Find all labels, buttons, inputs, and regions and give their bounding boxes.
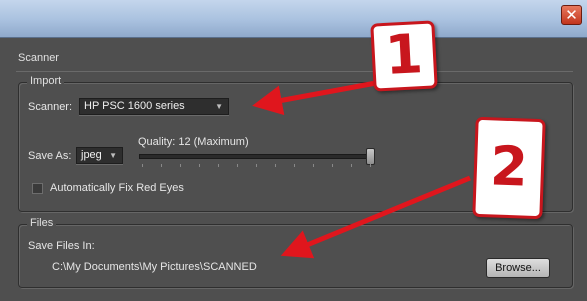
save-as-select-value: jpeg <box>81 149 102 161</box>
slider-tick <box>142 164 143 167</box>
save-files-in-label: Save Files In: <box>28 240 95 252</box>
callout-2: 2 <box>472 116 546 220</box>
callout-1: 1 <box>370 20 438 92</box>
divider <box>16 71 573 72</box>
section-title: Scanner <box>18 52 59 64</box>
slider-tick <box>332 164 333 167</box>
slider-tick <box>180 164 181 167</box>
chevron-down-icon: ▼ <box>109 151 117 160</box>
import-legend: Import <box>27 75 65 87</box>
save-as-label: Save As: <box>28 150 72 162</box>
slider-tick <box>237 164 238 167</box>
scanner-select[interactable]: HP PSC 1600 series ▼ <box>79 98 229 115</box>
save-path-value: C:\My Documents\My Pictures\SCANNED <box>52 261 257 273</box>
slider-tick <box>199 164 200 167</box>
scanner-label: Scanner: <box>28 101 73 113</box>
quality-label: Quality: 12 (Maximum) <box>138 136 249 148</box>
red-eye-checkbox[interactable] <box>32 183 43 194</box>
slider-tick <box>351 164 352 167</box>
slider-tick <box>218 164 219 167</box>
files-legend: Files <box>27 217 57 229</box>
slider-tick <box>275 164 276 167</box>
quality-slider-track[interactable] <box>139 154 375 159</box>
close-icon[interactable]: ✕ <box>561 5 582 25</box>
files-group: Files Save Files In: C:\My Documents\My … <box>18 217 573 288</box>
scanner-select-value: HP PSC 1600 series <box>84 100 185 112</box>
browse-button[interactable]: Browse... <box>486 258 550 278</box>
slider-tick <box>370 164 371 167</box>
slider-tick <box>313 164 314 167</box>
slider-tick <box>161 164 162 167</box>
window-titlebar: ✕ <box>0 0 587 38</box>
slider-tick <box>294 164 295 167</box>
save-as-select[interactable]: jpeg ▼ <box>76 147 123 164</box>
red-eye-label: Automatically Fix Red Eyes <box>50 182 184 194</box>
quality-slider-thumb[interactable] <box>366 148 375 165</box>
chevron-down-icon: ▼ <box>215 102 223 111</box>
slider-tick <box>256 164 257 167</box>
